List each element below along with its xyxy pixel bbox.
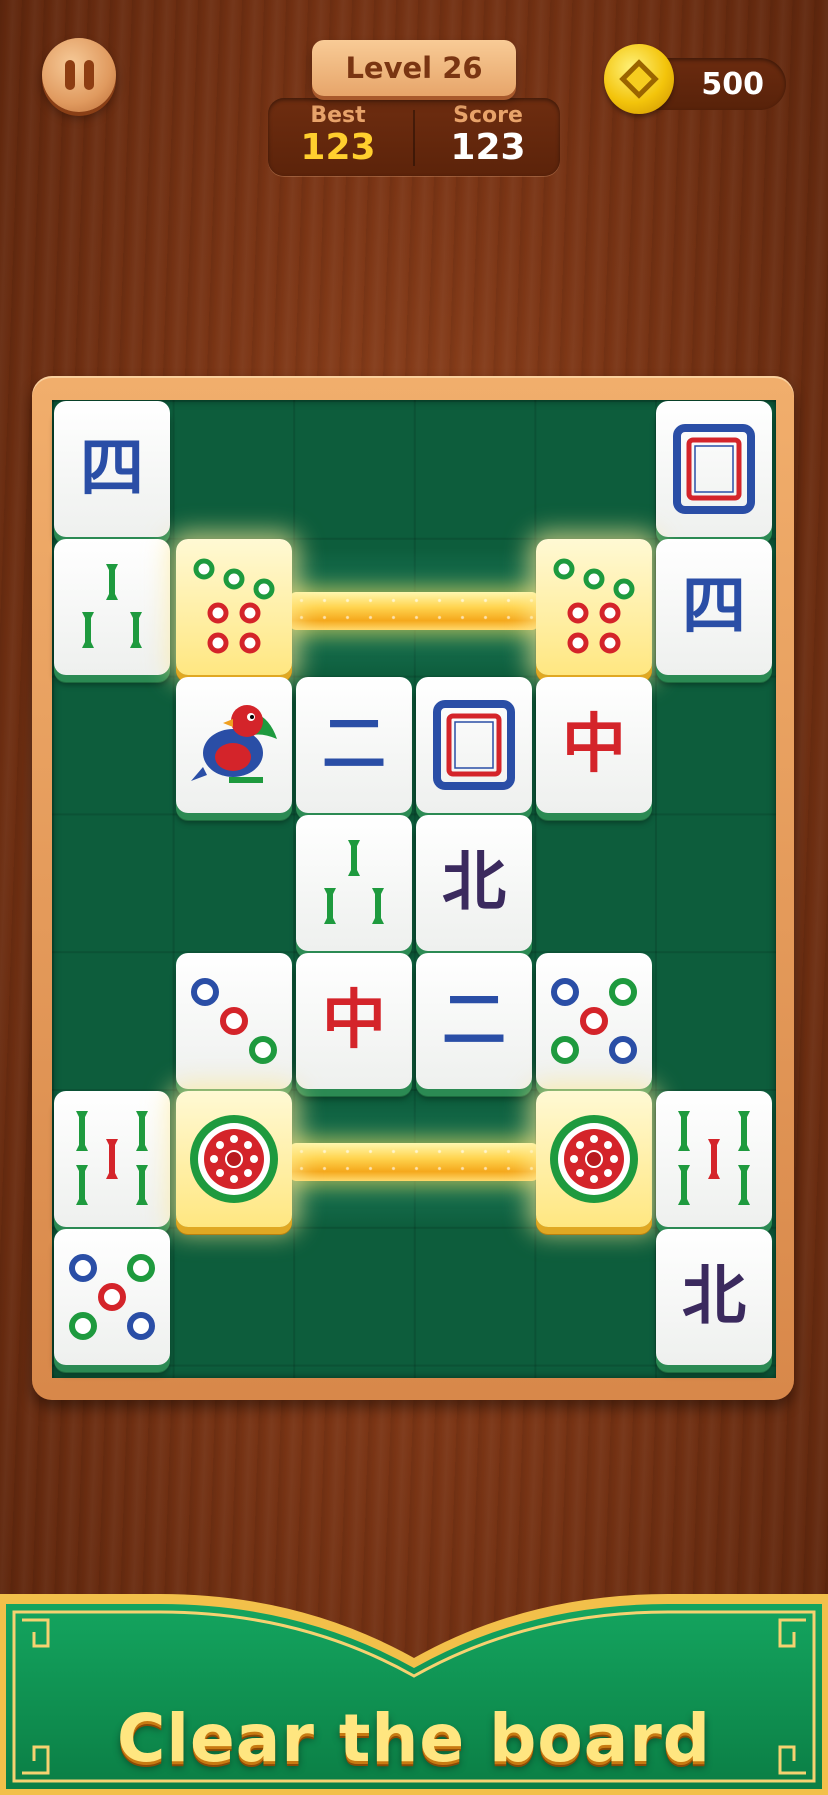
white-dragon-icon (433, 700, 515, 790)
tile-white-dragon[interactable] (656, 401, 772, 537)
score-value: 123 (450, 127, 526, 168)
bamboo-five-icon (76, 1111, 148, 1205)
circles-five-icon (551, 978, 637, 1064)
circles-eight-icon (193, 558, 275, 654)
tile-bamboo-five[interactable] (656, 1091, 772, 1227)
tile-white-dragon[interactable] (416, 677, 532, 813)
pause-icon (64, 60, 75, 90)
best-stat: Best 123 (268, 104, 408, 168)
circles-five-icon (69, 1254, 155, 1340)
tile-label: 中 (562, 708, 626, 782)
circles-eight-icon (553, 558, 635, 654)
tile-character-two[interactable]: 二 (296, 677, 412, 813)
bamboo-three-icon (324, 840, 384, 924)
flower-circle-icon (190, 1115, 278, 1203)
tile-bird-bamboo[interactable] (176, 677, 292, 813)
flower-circle-icon (550, 1115, 638, 1203)
tile-character-four[interactable]: 四 (656, 539, 772, 675)
best-value: 123 (300, 127, 376, 168)
tile-label: 二 (322, 708, 386, 782)
bird-icon (191, 705, 277, 783)
tile-circles-five[interactable] (536, 953, 652, 1089)
bamboo-three-icon (82, 564, 142, 648)
circles-three-icon (191, 978, 277, 1064)
score-label: Score (453, 103, 523, 128)
tile-north-wind[interactable]: 北 (416, 815, 532, 951)
bamboo-five-icon (678, 1111, 750, 1205)
white-dragon-icon (673, 424, 755, 514)
tile-north-wind[interactable]: 北 (656, 1229, 772, 1365)
tile-label: 北 (682, 1260, 746, 1334)
banner-title: Clear the board (116, 1700, 712, 1777)
match-beam-bottom (290, 1143, 538, 1181)
score-panel: Best 123 Score 123 (268, 98, 560, 176)
tile-label: 四 (80, 432, 144, 506)
tile-circles-one[interactable] (536, 1091, 652, 1227)
tile-red-dragon[interactable]: 中 (536, 677, 652, 813)
tile-label: 中 (322, 984, 386, 1058)
level-label: Level 26 (312, 40, 516, 96)
tile-circles-eight[interactable] (176, 539, 292, 675)
best-label: Best (310, 103, 366, 128)
tile-character-two[interactable]: 二 (416, 953, 532, 1089)
coin-value: 500 (701, 67, 764, 102)
tile-character-four[interactable]: 四 (54, 401, 170, 537)
tile-label: 二 (442, 984, 506, 1058)
tile-bamboo-three[interactable] (296, 815, 412, 951)
tile-circles-eight[interactable] (536, 539, 652, 675)
tile-red-dragon[interactable]: 中 (296, 953, 412, 1089)
tile-circles-one[interactable] (176, 1091, 292, 1227)
tile-circles-five[interactable] (54, 1229, 170, 1365)
tile-label: 四 (682, 570, 746, 644)
tile-circles-three[interactable] (176, 953, 292, 1089)
match-beam-top (290, 592, 538, 630)
tile-bamboo-three[interactable] (54, 539, 170, 675)
tile-bamboo-five[interactable] (54, 1091, 170, 1227)
pause-button[interactable] (42, 38, 116, 112)
coin-icon (604, 44, 674, 114)
tile-label: 北 (442, 846, 506, 920)
score-stat: Score 123 (418, 104, 558, 168)
divider (413, 110, 415, 166)
